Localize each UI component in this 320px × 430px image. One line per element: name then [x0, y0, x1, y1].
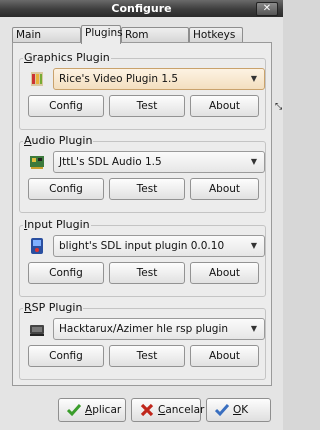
cpu-chip-icon [29, 320, 45, 338]
resize-cursor-icon: ⤡ [275, 102, 283, 112]
graphics-card-icon [29, 70, 45, 88]
audio-config-button[interactable]: Config [28, 178, 104, 200]
graphics-about-button[interactable]: About [190, 95, 259, 117]
tab-rom-browser[interactable]: Rom Browser [121, 27, 189, 56]
graphics-config-button[interactable]: Config [28, 95, 104, 117]
tab-plugins[interactable]: Plugins [81, 25, 123, 44]
chevron-down-icon: ▼ [250, 241, 258, 250]
graphics-plugin-label: Graphics Plugin [23, 51, 111, 64]
configure-window: Configure ✕ Main Settings Plugins Rom Br… [0, 0, 283, 430]
input-plugin-label: Input Plugin [23, 218, 91, 231]
tab-hotkeys[interactable]: Hotkeys [189, 27, 243, 42]
plugins-tab-page: Graphics Plugin Rice's Video Plugin 1.5 … [12, 42, 272, 386]
window-title: Configure [111, 2, 172, 15]
chevron-down-icon: ▼ [250, 157, 258, 166]
rsp-plugin-label: RSP Plugin [23, 301, 84, 314]
joystick-icon [29, 237, 45, 255]
ok-checkmark-icon [214, 403, 230, 417]
input-config-button[interactable]: Config [28, 262, 104, 284]
cancel-x-icon [140, 403, 154, 417]
close-icon: ✕ [262, 3, 272, 14]
input-test-button[interactable]: Test [109, 262, 185, 284]
chevron-down-icon: ▼ [250, 324, 258, 333]
title-bar: Configure ✕ [0, 0, 283, 17]
rsp-about-button[interactable]: About [190, 345, 259, 367]
chevron-down-icon: ▼ [250, 74, 258, 83]
checkmark-icon [66, 403, 82, 417]
rsp-plugin-select[interactable]: Hacktarux/Azimer hle rsp plugin ▼ [53, 318, 265, 340]
rsp-test-button[interactable]: Test [109, 345, 185, 367]
audio-test-button[interactable]: Test [109, 178, 185, 200]
apply-button[interactable]: Aplicar [58, 398, 126, 422]
rsp-config-button[interactable]: Config [28, 345, 104, 367]
close-window-button[interactable]: ✕ [256, 2, 278, 16]
ok-button[interactable]: OK [206, 398, 271, 422]
audio-plugin-label: Audio Plugin [23, 134, 94, 147]
sound-card-icon [29, 153, 45, 171]
audio-about-button[interactable]: About [190, 178, 259, 200]
input-about-button[interactable]: About [190, 262, 259, 284]
graphics-plugin-select[interactable]: Rice's Video Plugin 1.5 ▼ [53, 68, 265, 90]
audio-plugin-select[interactable]: JttL's SDL Audio 1.5 ▼ [53, 151, 265, 173]
cancel-button[interactable]: Cancelar [131, 398, 204, 422]
tab-main-settings[interactable]: Main Settings [12, 27, 81, 56]
graphics-test-button[interactable]: Test [109, 95, 185, 117]
input-plugin-select[interactable]: blight's SDL input plugin 0.0.10 ▼ [53, 235, 265, 257]
